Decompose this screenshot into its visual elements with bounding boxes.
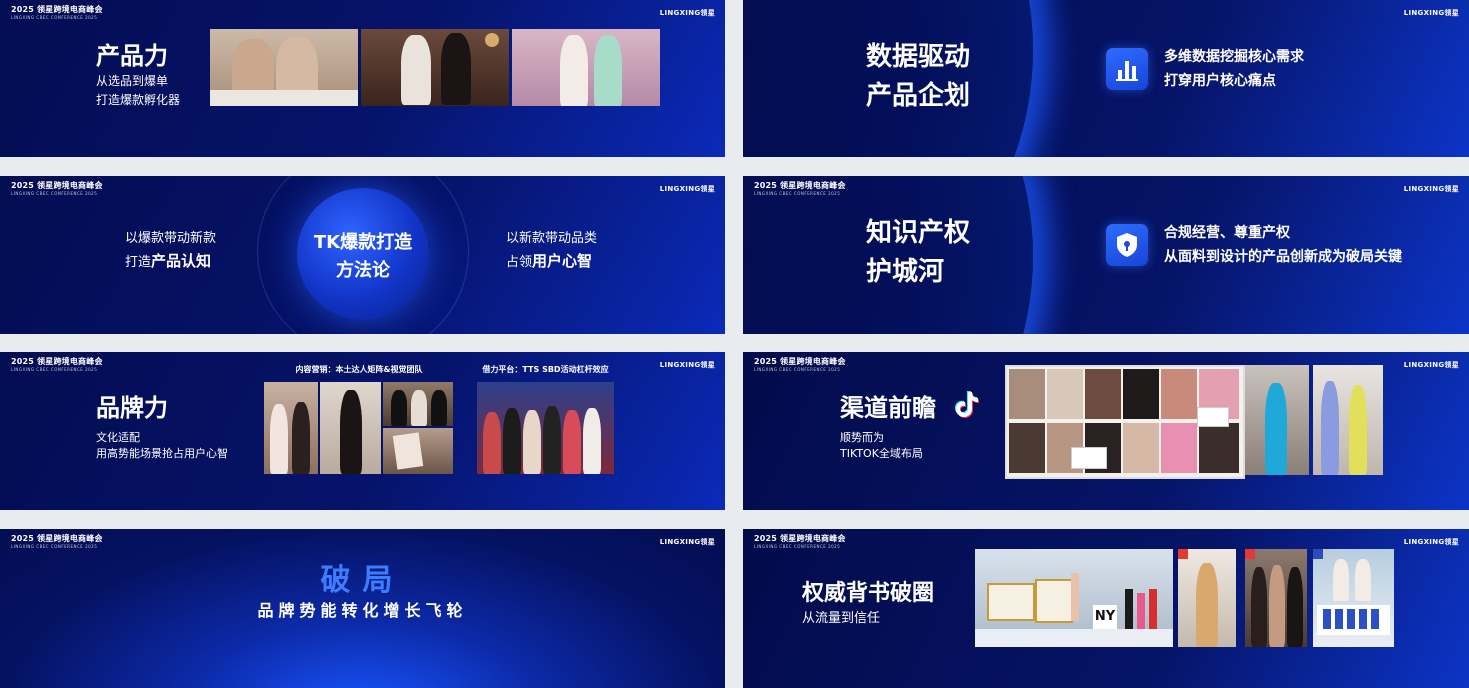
slide-title-2: 产品企划 [866, 81, 971, 111]
product-photo-3 [512, 29, 660, 106]
left-line-2: 打造产品认知 [125, 252, 212, 270]
slide-title: 品牌力 [96, 394, 168, 422]
feature-line-1: 多维数据挖掘核心需求 [1164, 49, 1304, 65]
brand-logo: LINGXING领星 [1403, 538, 1459, 546]
shield-icon [1106, 224, 1148, 266]
slide-ip-moat[interactable]: 2025 领星跨境电商峰会 LINGXING CBEC CONFERENCE 2… [743, 176, 1469, 334]
center-title-2: 方法论 [336, 260, 390, 281]
product-photo-1 [210, 29, 358, 106]
center-title-1: TK爆款打造 [313, 232, 413, 253]
brand-logo: LINGXING领星 [659, 361, 715, 369]
bar-chart-icon [1106, 48, 1148, 90]
brand-photo-5 [477, 382, 614, 474]
slide-authority-endorsement[interactable]: 2025 领星跨境电商峰会 LINGXING CBEC CONFERENCE 2… [743, 529, 1469, 688]
slide-channel-outlook[interactable]: 2025 领星跨境电商峰会 LINGXING CBEC CONFERENCE 2… [743, 352, 1469, 510]
slide-breakthrough[interactable]: 2025 领星跨境电商峰会 LINGXING CBEC CONFERENCE 2… [0, 529, 725, 688]
brand-photo-2 [320, 382, 381, 474]
endorse-photo-2 [1178, 549, 1236, 647]
endorse-photo-4 [1313, 549, 1394, 647]
right-line-1: 以新款带动品类 [506, 231, 598, 246]
tiktok-collage [1005, 365, 1245, 479]
feature-line-2: 从面料到设计的产品创新成为破局关键 [1164, 249, 1402, 265]
slide-subtitle-1: 从选品到爆单 [96, 74, 169, 88]
conference-logo: 2025 领星跨境电商峰会 LINGXING CBEC CONFERENCE 2… [11, 357, 103, 372]
slide-title: 权威背书破圈 [802, 581, 935, 606]
slide-subtitle: 品牌势能转化增长飞轮 [257, 601, 468, 620]
slide-product-power[interactable]: 2025 领星跨境电商峰会 LINGXING CBEC CONFERENCE 2… [0, 0, 725, 157]
slide-title-2: 护城河 [866, 257, 945, 287]
ny-badge: NY [1093, 605, 1117, 629]
channel-photo-3 [1313, 365, 1383, 475]
conference-logo: 2025 领星跨境电商峰会 LINGXING CBEC CONFERENCE 2… [754, 181, 846, 196]
slide-brand-power[interactable]: 2025 领星跨境电商峰会 LINGXING CBEC CONFERENCE 2… [0, 352, 725, 510]
conference-logo: 2025 领星跨境电商峰会 LINGXING CBEC CONFERENCE 2… [11, 5, 103, 20]
feature-line-2: 打穿用户核心痛点 [1164, 73, 1276, 89]
slide-title-1: 知识产权 [866, 218, 971, 248]
brand-logo: LINGXING领星 [659, 538, 715, 546]
brand-logo: LINGXING领星 [659, 185, 715, 193]
slide-subtitle-2: 用高势能场景抢占用户心智 [96, 447, 228, 460]
slide-title-1: 数据驱动 [866, 42, 971, 72]
right-line-2: 占领用户心智 [506, 252, 593, 270]
brand-photo-1 [264, 382, 318, 474]
brand-photo-4 [383, 428, 453, 474]
slide-subtitle-2: TIKTOK全域布局 [840, 447, 923, 460]
slide-data-driven[interactable]: LINGXING领星 数据驱动 产品企划 多维数据挖掘核心需求 打穿用户核心痛点 [743, 0, 1469, 157]
slide-title: 产品力 [96, 42, 168, 70]
channel-photo-2 [1245, 365, 1309, 475]
brand-logo: LINGXING领星 [1403, 361, 1459, 369]
brand-logo: LINGXING领星 [1403, 185, 1459, 193]
slide-subtitle-2: 打造爆款孵化器 [96, 93, 181, 107]
conference-logo: 2025 领星跨境电商峰会 LINGXING CBEC CONFERENCE 2… [754, 534, 846, 549]
slide-subtitle: 从流量到信任 [802, 611, 881, 626]
brand-logo: LINGXING领星 [659, 9, 715, 17]
tiktok-icon [955, 390, 979, 418]
conference-logo: 2025 领星跨境电商峰会 LINGXING CBEC CONFERENCE 2… [11, 534, 103, 549]
brand-photo-3 [383, 382, 453, 426]
award-photo: NY [975, 549, 1173, 647]
left-line-1: 以爆款带动新款 [125, 231, 217, 246]
brand-logo: LINGXING领星 [1403, 9, 1459, 17]
conference-logo: 2025 领星跨境电商峰会 LINGXING CBEC CONFERENCE 2… [11, 181, 103, 196]
endorse-photo-3 [1245, 549, 1307, 647]
product-photo-2 [361, 29, 509, 106]
feature-line-1: 合规经营、尊重产权 [1164, 225, 1290, 241]
slide-tk-methodology[interactable]: 2025 领星跨境电商峰会 LINGXING CBEC CONFERENCE 2… [0, 176, 725, 334]
slide-title: 破局 [320, 563, 405, 598]
slide-title: 渠道前瞻 [840, 394, 936, 422]
caption-content-marketing: 内容营销：本土达人矩阵&视觉团队 [295, 365, 423, 374]
caption-platform: 借力平台：TTS SBD活动杠杆效应 [482, 365, 609, 374]
conference-logo: 2025 领星跨境电商峰会 LINGXING CBEC CONFERENCE 2… [754, 357, 846, 372]
center-circle [297, 188, 429, 320]
